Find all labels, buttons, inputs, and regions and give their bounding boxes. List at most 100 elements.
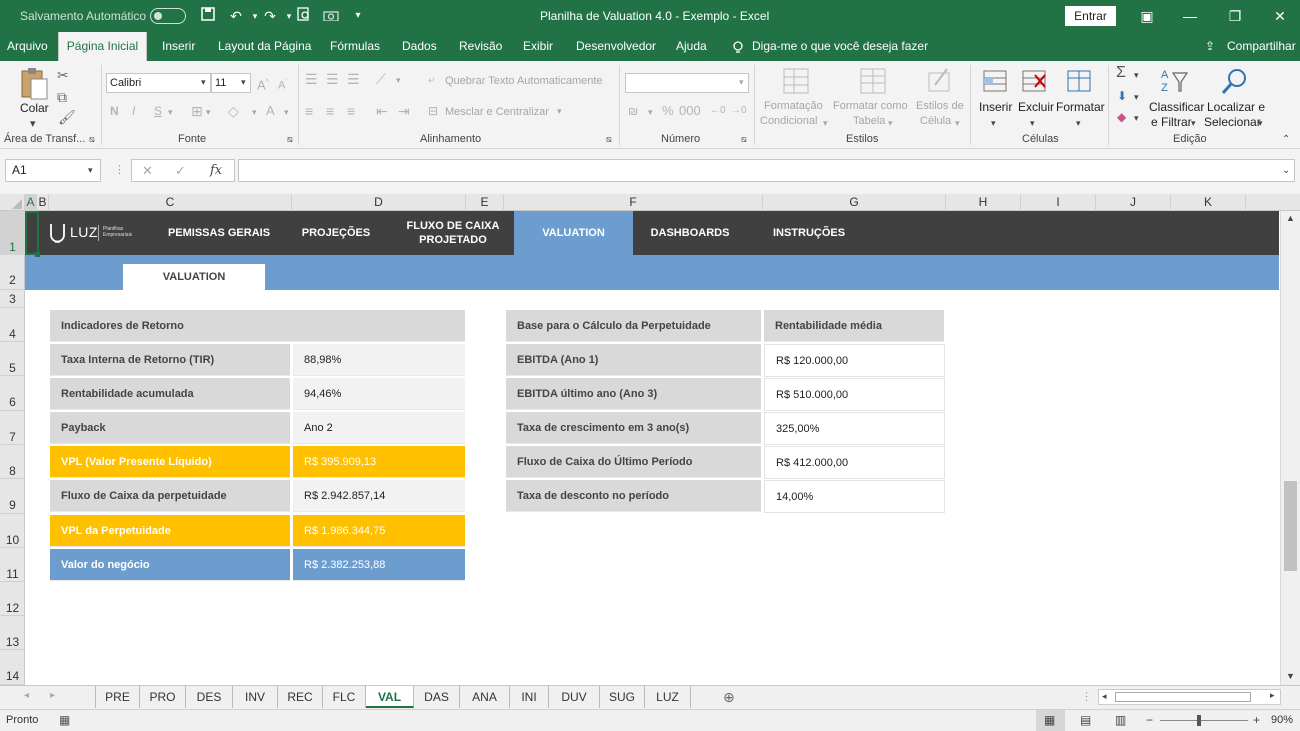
scroll-up-icon[interactable]: ▲ — [1286, 213, 1295, 223]
fill-icon[interactable]: ⬇ — [1117, 88, 1127, 104]
number-launcher-icon[interactable]: ⧅ — [741, 134, 747, 145]
paste-dropdown-icon[interactable]: ▾ — [30, 117, 36, 130]
vertical-scroll-thumb[interactable] — [1284, 481, 1297, 571]
scroll-right-icon[interactable]: ▸ — [1270, 690, 1275, 701]
select-all-corner[interactable] — [0, 194, 25, 211]
selected-cell-a1[interactable] — [25, 211, 39, 255]
align-center-icon[interactable]: ≡ — [326, 103, 334, 119]
sort-filter-icon[interactable]: AZ — [1159, 67, 1189, 95]
align-bottom-icon[interactable]: ☰ — [347, 71, 360, 87]
close-icon[interactable]: ✕ — [1265, 6, 1295, 26]
autosave-toggle[interactable] — [150, 8, 186, 24]
col-header-f[interactable]: F — [504, 194, 763, 211]
macro-record-icon[interactable]: ▦ — [59, 713, 70, 727]
row-header-6[interactable]: 6 — [0, 376, 25, 411]
align-middle-icon[interactable]: ☰ — [326, 71, 339, 87]
increase-decimal-icon[interactable]: ←0 — [710, 103, 726, 119]
tab-desenvolvedor[interactable]: Desenvolvedor — [576, 32, 656, 61]
zoom-out-icon[interactable]: − — [1146, 713, 1153, 727]
name-box-dropdown-icon[interactable]: ▾ — [88, 165, 93, 176]
sort-filter-dropdown-icon[interactable]: ▾ — [1191, 118, 1196, 129]
borders-dropdown-icon[interactable]: ▾ — [206, 107, 211, 118]
col-header-j[interactable]: J — [1096, 194, 1171, 211]
col-header-h[interactable]: H — [946, 194, 1021, 211]
row-header-3[interactable]: 3 — [0, 290, 25, 308]
confirm-entry-icon[interactable]: ✓ — [175, 163, 186, 179]
format-dropdown-icon[interactable]: ▾ — [1076, 118, 1081, 129]
sort-filter-button[interactable]: Classificar — [1149, 100, 1204, 114]
print-preview-icon[interactable] — [294, 6, 314, 26]
restore-icon[interactable]: ❐ — [1220, 6, 1250, 26]
row-header-11[interactable]: 11 — [0, 548, 25, 582]
horizontal-scroll-thumb[interactable] — [1115, 692, 1251, 702]
minimize-icon[interactable]: — — [1175, 6, 1205, 26]
increase-font-icon[interactable]: A^ — [257, 75, 269, 93]
increase-indent-icon[interactable]: ⇥ — [398, 103, 410, 119]
tab-ajuda[interactable]: Ajuda — [676, 32, 707, 61]
currency-dropdown-icon[interactable]: ▾ — [648, 107, 653, 118]
col-header-g[interactable]: G — [763, 194, 946, 211]
cancel-entry-icon[interactable]: ✕ — [142, 163, 153, 179]
find-select-icon[interactable] — [1219, 67, 1249, 95]
row-header-7[interactable]: 7 — [0, 411, 25, 445]
number-format-dropdown-icon[interactable]: ▾ — [739, 77, 744, 88]
zoom-slider[interactable] — [1160, 720, 1248, 721]
decrease-font-icon[interactable]: Aˇ — [278, 75, 288, 94]
tab-inserir[interactable]: Inserir — [162, 32, 195, 61]
sheet-tab-ana[interactable]: ANA — [460, 686, 510, 708]
wrap-text-icon[interactable]: ⤶ — [428, 71, 435, 87]
format-painter-icon[interactable]: 🖌 — [58, 109, 76, 125]
nav-projecoes[interactable]: PROJEÇÕES — [292, 211, 380, 255]
insert-cells-button[interactable]: Inserir — [979, 100, 1012, 114]
find-select-dropdown-icon[interactable]: ▾ — [1258, 118, 1263, 129]
tell-me-search[interactable]: Diga-me o que você deseja fazer — [752, 32, 928, 61]
orientation-dropdown-icon[interactable]: ▾ — [396, 75, 401, 86]
font-color-icon[interactable]: A — [266, 103, 275, 119]
find-select-button[interactable]: Localizar e — [1207, 100, 1265, 114]
insert-cells-icon[interactable] — [982, 67, 1008, 95]
font-size-dropdown-icon[interactable]: ▾ — [241, 77, 246, 88]
normal-view-icon[interactable]: ▦ — [1044, 713, 1055, 727]
conditional-format-button[interactable]: Formatação — [764, 100, 823, 112]
alignment-launcher-icon[interactable]: ⧅ — [606, 134, 612, 145]
redo-icon[interactable]: ↷ — [260, 6, 280, 26]
delete-cells-button[interactable]: Excluir — [1018, 100, 1054, 114]
tab-dados[interactable]: Dados — [402, 32, 437, 61]
sheet-tab-des[interactable]: DES — [186, 686, 233, 708]
undo-icon[interactable]: ↶ — [226, 6, 246, 26]
nav-instrucoes[interactable]: INSTRUÇÕES — [760, 211, 858, 255]
decrease-decimal-icon[interactable]: →0 — [731, 103, 747, 119]
font-launcher-icon[interactable]: ⧅ — [287, 134, 293, 145]
underline-icon[interactable]: S — [154, 103, 162, 119]
autosum-dropdown-icon[interactable]: ▾ — [1134, 70, 1139, 81]
zoom-in-icon[interactable]: + — [1253, 713, 1260, 727]
row-header-1[interactable]: 1 — [0, 211, 25, 255]
tab-arquivo[interactable]: Arquivo — [7, 32, 48, 61]
row-header-13[interactable]: 13 — [0, 616, 25, 650]
horizontal-scrollbar[interactable]: ◂ — [1098, 689, 1281, 705]
sheet-tab-ini[interactable]: INI — [510, 686, 549, 708]
copy-icon[interactable]: ⧉ — [57, 89, 67, 105]
tab-layout[interactable]: Layout da Página — [218, 32, 311, 61]
align-left-icon[interactable]: ≡ — [305, 103, 313, 119]
format-cells-button[interactable]: Formatar — [1056, 100, 1105, 114]
clear-dropdown-icon[interactable]: ▾ — [1134, 113, 1139, 124]
sheet-tab-pre[interactable]: PRE — [95, 686, 140, 708]
paste-button[interactable]: Colar — [20, 101, 49, 115]
cut-icon[interactable]: ✂ — [57, 67, 69, 83]
italic-icon[interactable]: I — [132, 103, 135, 119]
add-sheet-icon[interactable]: ⊕ — [723, 689, 735, 706]
row-header-10[interactable]: 10 — [0, 514, 25, 548]
ribbon-display-icon[interactable]: ▣ — [1132, 6, 1162, 26]
sheet-tab-pro[interactable]: PRO — [140, 686, 186, 708]
customize-qat-icon[interactable]: ▾ — [348, 6, 368, 26]
merge-dropdown-icon[interactable]: ▾ — [557, 106, 562, 117]
insert-function-icon[interactable]: fx — [210, 163, 222, 178]
fill-dropdown-icon[interactable]: ▾ — [1134, 92, 1139, 103]
autosum-icon[interactable]: Σ — [1116, 65, 1126, 81]
bold-icon[interactable]: N — [110, 103, 119, 119]
format-table-icon[interactable] — [859, 67, 887, 95]
cell-styles-icon[interactable] — [927, 67, 955, 95]
sheet-tab-duv[interactable]: DUV — [549, 686, 600, 708]
sheet-tab-rec[interactable]: REC — [278, 686, 323, 708]
